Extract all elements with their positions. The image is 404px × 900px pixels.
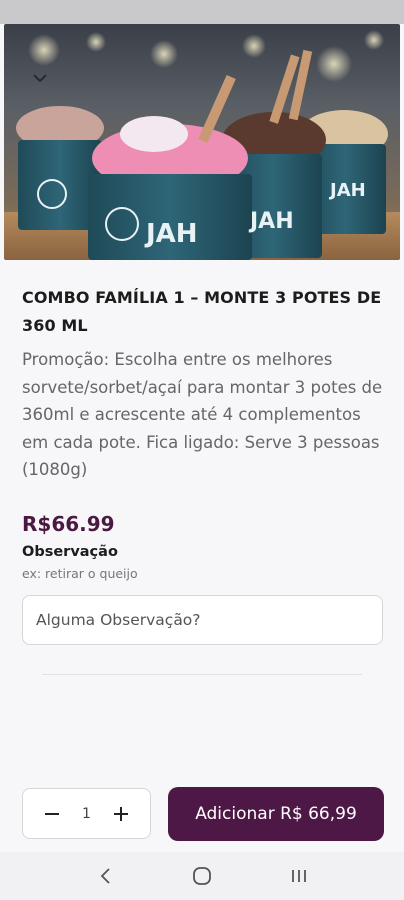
nav-home-button[interactable]: [180, 854, 224, 898]
nav-recents-button[interactable]: [277, 854, 321, 898]
product-description: Promoção: Escolha entre os melhores sorv…: [22, 350, 383, 479]
product-title: COMBO FAMÍLIA 1 – MONTE 3 POTES DE 360 M…: [22, 288, 382, 335]
observation-label: Observação: [22, 544, 118, 560]
back-icon: [100, 868, 110, 884]
chevron-down-icon: [33, 74, 47, 83]
add-to-cart-button[interactable]: Adicionar R$ 66,99: [168, 787, 384, 841]
product-image: JAH JAH JAH: [4, 24, 400, 260]
product-price: R$66.99: [22, 512, 115, 536]
brand-logo-text: JAH: [144, 219, 198, 249]
status-bar: [0, 0, 404, 24]
quantity-value: 1: [82, 805, 91, 822]
divider: [42, 674, 362, 675]
collapse-button[interactable]: [26, 64, 54, 92]
increase-quantity-button[interactable]: [104, 797, 138, 831]
plus-icon: [113, 806, 128, 821]
nav-back-button[interactable]: [83, 854, 127, 898]
system-navigation-bar: [0, 852, 404, 900]
quantity-stepper: 1: [22, 788, 151, 839]
minus-icon: [45, 812, 59, 815]
decrease-quantity-button[interactable]: [35, 797, 69, 831]
brand-logo-text: JAH: [248, 209, 294, 234]
recents-icon: [292, 870, 307, 882]
brand-logo-text: JAH: [328, 180, 366, 201]
observation-input[interactable]: [22, 595, 383, 645]
home-icon: [193, 867, 211, 885]
observation-hint: ex: retirar o queijo: [22, 566, 138, 581]
product-details: COMBO FAMÍLIA 1 – MONTE 3 POTES DE 360 M…: [22, 284, 384, 484]
